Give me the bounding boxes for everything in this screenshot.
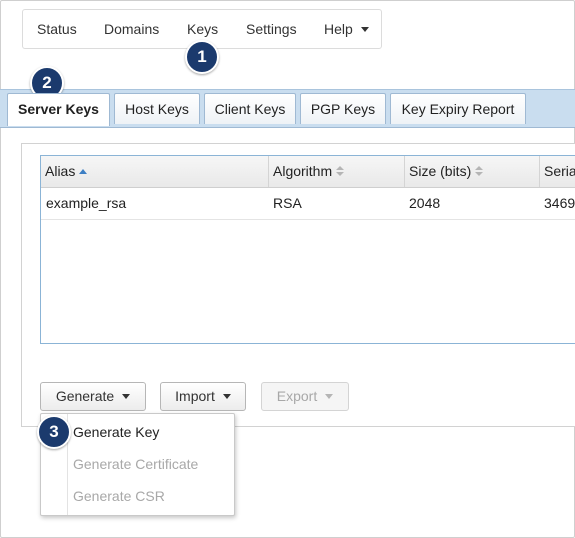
- callout-badge-1: 1: [185, 40, 219, 74]
- tab-pgp-keys[interactable]: PGP Keys: [300, 93, 386, 124]
- column-serial[interactable]: Seria: [539, 156, 575, 187]
- cell-serial: 3469: [544, 195, 575, 211]
- cell-algorithm: RSA: [273, 195, 302, 211]
- menu-settings[interactable]: Settings: [246, 21, 297, 37]
- menu-help[interactable]: Help: [324, 21, 369, 37]
- column-serial-label: Seria: [544, 163, 575, 179]
- chevron-down-icon: [325, 394, 334, 399]
- menu-item-generate-csr: Generate CSR: [73, 488, 165, 504]
- menu-status[interactable]: Status: [37, 21, 77, 37]
- menu-help-label: Help: [324, 21, 353, 37]
- sort-icon: [336, 166, 345, 177]
- generate-button[interactable]: Generate: [40, 382, 146, 411]
- generate-button-label: Generate: [55, 388, 115, 404]
- keys-table: Alias Algorithm Size (bits) Seria exampl…: [40, 155, 575, 344]
- column-alias[interactable]: Alias: [41, 156, 268, 187]
- import-button-label: Import: [175, 388, 215, 404]
- column-algorithm-label: Algorithm: [273, 163, 333, 179]
- cell-size: 2048: [409, 195, 441, 211]
- column-algorithm[interactable]: Algorithm: [268, 156, 404, 187]
- export-button-label: Export: [276, 388, 318, 404]
- menu-keys[interactable]: Keys: [187, 21, 218, 37]
- import-button[interactable]: Import: [160, 382, 246, 411]
- menu-domains[interactable]: Domains: [104, 21, 159, 37]
- export-button[interactable]: Export: [261, 382, 349, 411]
- chevron-down-icon: [222, 394, 231, 399]
- menu-item-generate-certificate: Generate Certificate: [73, 456, 199, 472]
- column-size-label: Size (bits): [409, 163, 472, 179]
- tab-server-keys[interactable]: Server Keys: [7, 93, 110, 126]
- menu-item-generate-key[interactable]: Generate Key: [73, 424, 159, 440]
- cell-alias: example_rsa: [46, 195, 127, 211]
- callout-badge-3: 3: [37, 415, 71, 449]
- sort-ascending-icon: [79, 169, 88, 174]
- chevron-down-icon: [360, 27, 369, 32]
- tab-client-keys[interactable]: Client Keys: [204, 93, 296, 124]
- column-size[interactable]: Size (bits): [404, 156, 539, 187]
- table-header: Alias Algorithm Size (bits) Seria: [41, 156, 575, 188]
- tab-host-keys[interactable]: Host Keys: [114, 93, 200, 124]
- tab-key-expiry-report[interactable]: Key Expiry Report: [390, 93, 526, 124]
- sort-icon: [475, 166, 484, 177]
- tab-strip: Server Keys Host Keys Client Keys PGP Ke…: [0, 89, 575, 128]
- table-row[interactable]: example_rsa RSA 2048 3469: [41, 188, 575, 220]
- chevron-down-icon: [122, 394, 131, 399]
- column-alias-label: Alias: [45, 163, 76, 179]
